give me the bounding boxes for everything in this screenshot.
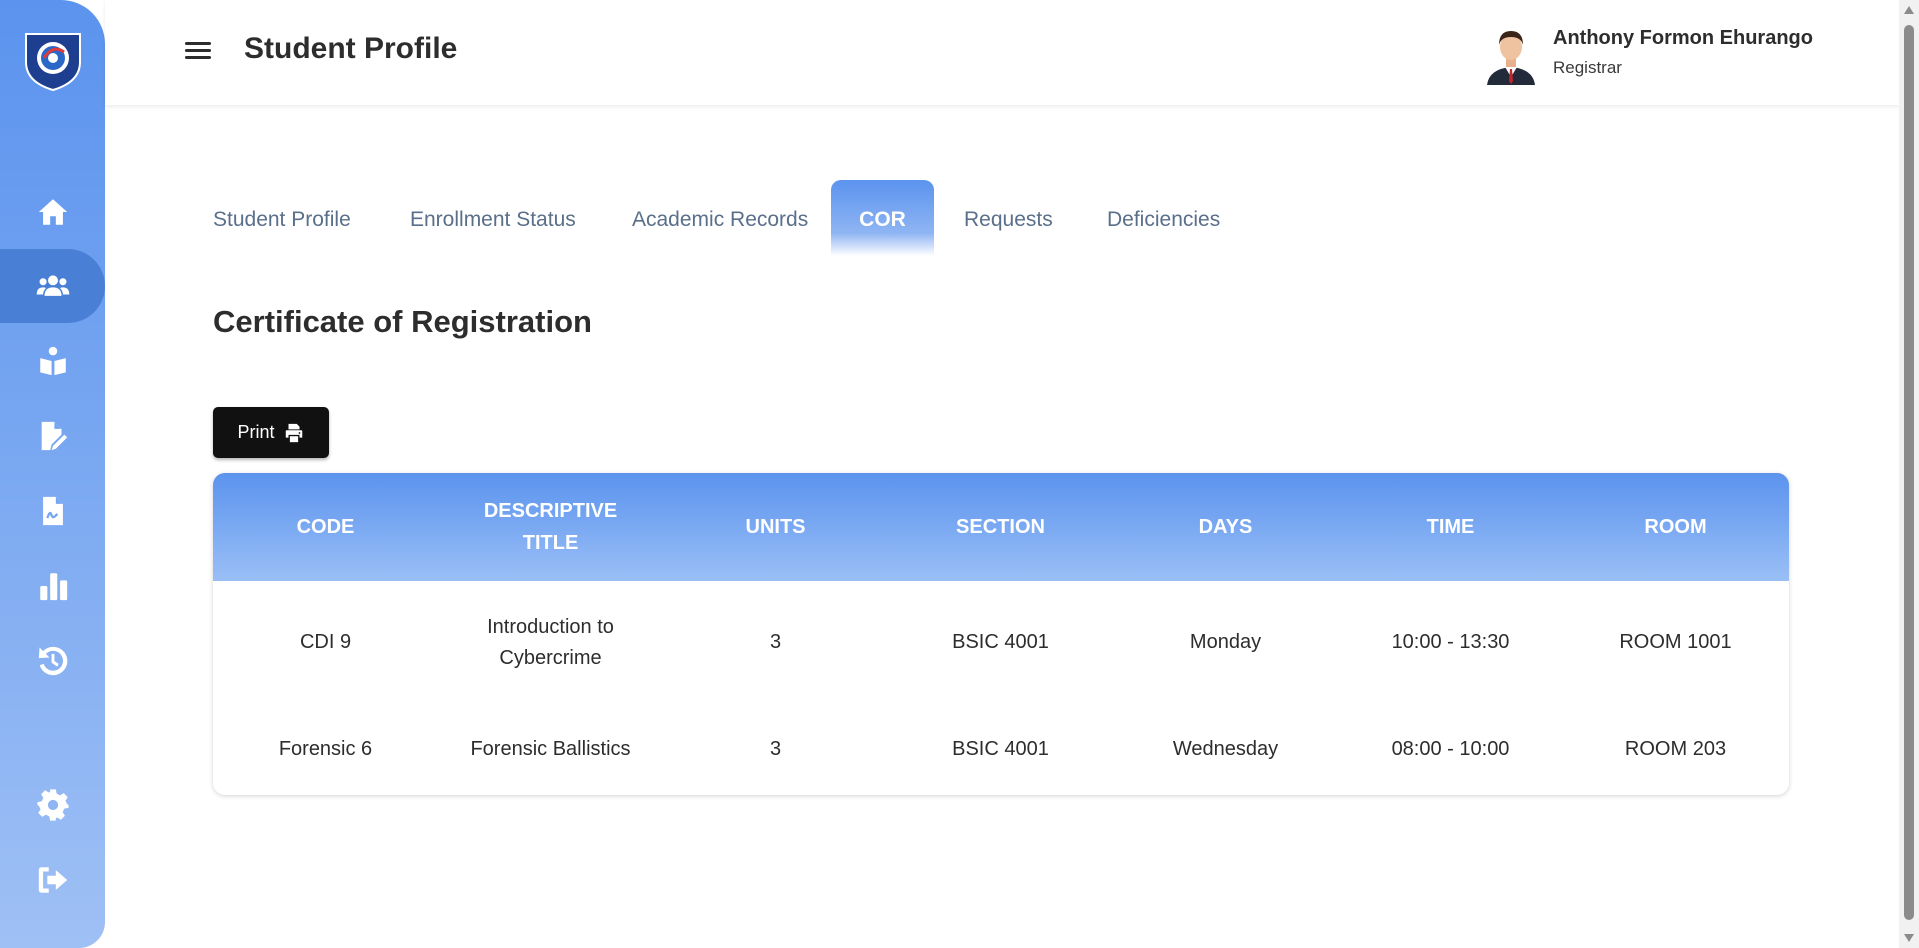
reading-icon: [39, 346, 66, 376]
nav-logout[interactable]: [0, 843, 105, 917]
sidebar: [0, 0, 105, 948]
tab-deficiencies[interactable]: Deficiencies: [1107, 180, 1220, 256]
cell-time: 08:00 - 10:00: [1391, 738, 1510, 760]
tab-academic-records[interactable]: Academic Records: [632, 180, 808, 256]
cell-time: 10:00 - 13:30: [1391, 631, 1510, 653]
users-icon: [36, 275, 69, 296]
cell-section: BSIC 4001: [952, 738, 1049, 760]
history-icon: [38, 646, 67, 676]
cell-code: Forensic 6: [278, 738, 373, 760]
user-role: Registrar: [1553, 58, 1622, 77]
print-button[interactable]: Print: [213, 407, 329, 458]
menu-toggle-icon[interactable]: [185, 38, 211, 64]
user-name: Anthony Formon Ehurango: [1553, 27, 1813, 49]
edit-document-icon: [41, 421, 67, 451]
school-logo: [25, 33, 81, 92]
home-icon: [38, 199, 67, 225]
tab-enrollment-status[interactable]: Enrollment Status: [410, 180, 576, 256]
cell-days: Wednesday: [1172, 738, 1279, 760]
cell-room: ROOM 1001: [1619, 631, 1732, 653]
scroll-up-icon[interactable]: [1904, 6, 1914, 14]
tab-cor[interactable]: COR: [831, 180, 934, 256]
column-header-days: DAYS: [1198, 516, 1253, 538]
cell-descriptive-title: Forensic Ballistics: [470, 738, 631, 760]
nav-reports[interactable]: [0, 549, 105, 623]
column-header-time: TIME: [1426, 516, 1475, 538]
nav-reading[interactable]: [0, 324, 105, 398]
page-title: Student Profile: [244, 32, 458, 65]
tab-student-profile[interactable]: Student Profile: [213, 180, 351, 256]
cell-units: 3: [769, 738, 782, 760]
column-header-units: UNITS: [745, 516, 806, 538]
top-header: Student Profile Anthony Formon Ehurango …: [105, 0, 1899, 105]
section-title: Certificate of Registration: [213, 304, 592, 339]
signature-document-icon: [42, 496, 63, 526]
column-header-code: CODE: [296, 516, 355, 538]
scroll-down-icon[interactable]: [1904, 934, 1914, 942]
nav-home[interactable]: [0, 175, 105, 249]
nav-settings[interactable]: [0, 768, 105, 842]
cor-table: CODE DESCRIPTIVE TITLE UNITS SECTION DAY…: [213, 473, 1789, 795]
column-header-room: ROOM: [1644, 516, 1707, 538]
table-row: Forensic 6 Forensic Ballistics 3 BSIC 40…: [213, 704, 1789, 795]
print-label: Print: [237, 422, 275, 442]
page-scrollbar[interactable]: [1899, 0, 1919, 948]
cell-code: CDI 9: [299, 631, 352, 653]
cell-days: Monday: [1189, 631, 1262, 653]
table-header: CODE DESCRIPTIVE TITLE UNITS SECTION DAY…: [213, 473, 1789, 581]
table-row: CDI 9 Introduction to Cybercrime 3 BSIC …: [213, 581, 1789, 704]
nav-edit-document[interactable]: [0, 399, 105, 473]
scroll-thumb[interactable]: [1904, 25, 1914, 920]
column-header-section: SECTION: [956, 516, 1045, 538]
cell-units: 3: [769, 631, 782, 653]
nav-students[interactable]: [0, 249, 105, 323]
logout-icon: [38, 867, 67, 893]
printer-icon: [285, 423, 302, 442]
cell-room: ROOM 203: [1624, 738, 1727, 760]
nav-history[interactable]: [0, 624, 105, 698]
cell-section: BSIC 4001: [952, 631, 1049, 653]
chart-icon: [39, 573, 67, 601]
column-header-descriptive-title: DESCRIPTIVE TITLE: [483, 500, 618, 554]
nav-signature-document[interactable]: [0, 474, 105, 548]
settings-icon: [36, 789, 69, 821]
tab-requests[interactable]: Requests: [964, 180, 1053, 256]
cell-descriptive-title: Introduction to Cybercrime: [487, 615, 614, 669]
avatar[interactable]: [1483, 25, 1539, 85]
